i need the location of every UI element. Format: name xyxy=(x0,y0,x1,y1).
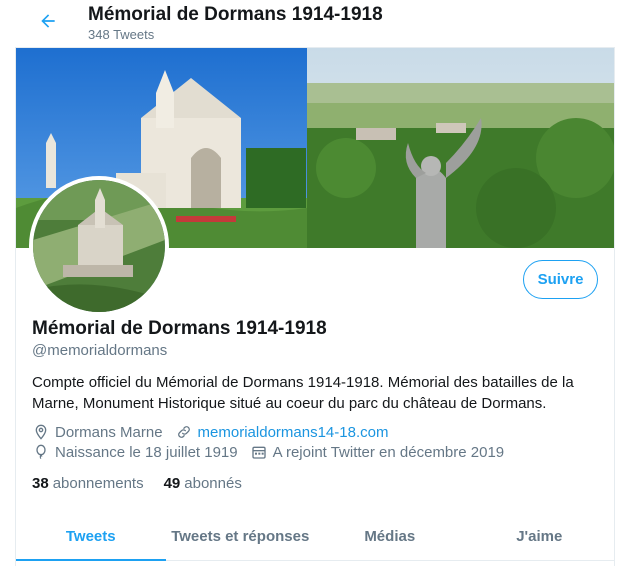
location-item: Dormans Marne xyxy=(32,423,163,441)
following-stat[interactable]: 38 abonnements xyxy=(32,475,144,492)
follow-stats: 38 abonnements 49 abonnés xyxy=(32,475,262,492)
followers-label: abonnés xyxy=(184,475,242,492)
back-button[interactable] xyxy=(35,8,61,34)
profile-meta-row: Dormans Marne memorialdormans14-18.com xyxy=(32,423,400,441)
profile-name: Mémorial de Dormans 1914-1918 xyxy=(32,318,327,339)
tab-likes[interactable]: J'aime xyxy=(465,513,615,560)
profile-bio: Compte officiel du Mémorial de Dormans 1… xyxy=(32,374,574,412)
tweet-count: 348 Tweets xyxy=(88,27,155,42)
following-count: 38 xyxy=(32,475,49,492)
link-icon xyxy=(175,423,193,441)
calendar-icon xyxy=(250,443,268,461)
location-text: Dormans Marne xyxy=(55,423,163,441)
profile-avatar[interactable] xyxy=(29,176,169,316)
follow-button[interactable]: Suivre xyxy=(523,260,598,299)
tab-tweets-replies[interactable]: Tweets et réponses xyxy=(166,513,316,560)
followers-count: 49 xyxy=(163,475,181,492)
profile-meta-row-2: Naissance le 18 juillet 1919 A rejoint T… xyxy=(32,443,516,461)
arrow-left-icon xyxy=(41,14,55,28)
website-link[interactable]: memorialdormans14-18.com xyxy=(198,424,389,441)
joined-text: A rejoint Twitter en décembre 2019 xyxy=(272,443,505,461)
profile-handle: @memorialdormans xyxy=(32,342,168,359)
website-item[interactable]: memorialdormans14-18.com xyxy=(175,423,389,441)
avatar-image xyxy=(33,180,165,312)
balloon-icon xyxy=(32,443,50,461)
following-label: abonnements xyxy=(52,475,144,492)
followers-stat[interactable]: 49 abonnés xyxy=(164,475,242,492)
tab-tweets[interactable]: Tweets xyxy=(16,513,166,561)
profile-tabs: Tweets Tweets et réponses Médias J'aime xyxy=(16,513,614,561)
tab-media[interactable]: Médias xyxy=(315,513,465,560)
top-bar: Mémorial de Dormans 1914-1918 348 Tweets xyxy=(15,0,615,48)
location-pin-icon xyxy=(32,423,50,441)
birth-text: Naissance le 18 juillet 1919 xyxy=(55,443,238,461)
birth-item: Naissance le 18 juillet 1919 xyxy=(32,443,238,461)
header-title: Mémorial de Dormans 1914-1918 xyxy=(88,4,383,25)
joined-item: A rejoint Twitter en décembre 2019 xyxy=(250,443,505,461)
